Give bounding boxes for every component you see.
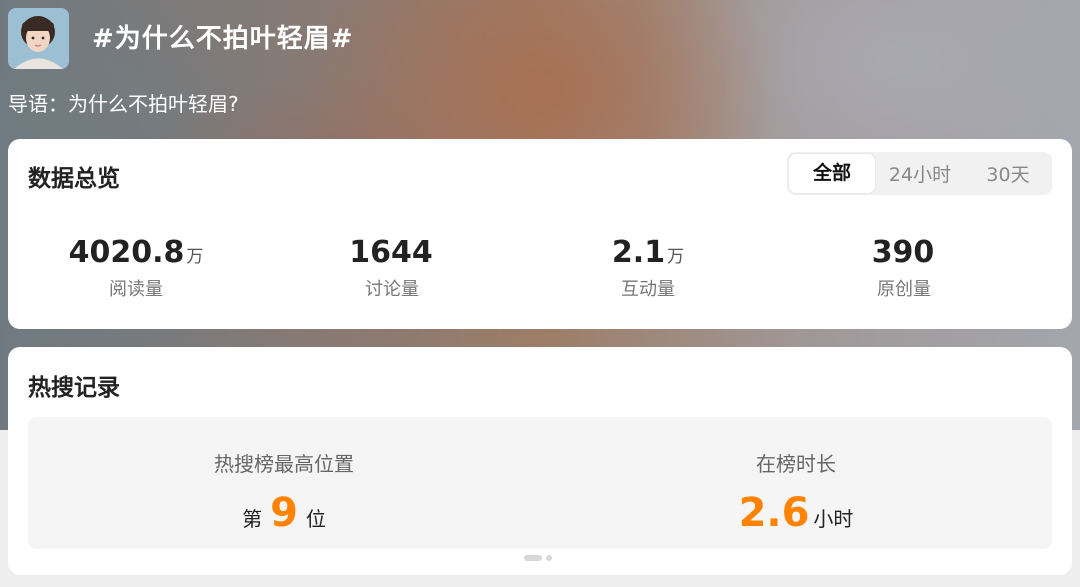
stat-originals-label: 原创量 [877, 279, 931, 300]
hot-rank-number: 9 [270, 490, 298, 536]
hot-rank-prefix: 第 [242, 507, 263, 531]
stat-interactions-number: 2.1 [611, 235, 666, 270]
stat-discussions-number: 1644 [349, 235, 433, 270]
page-indicator-dot[interactable] [546, 555, 552, 561]
hot-duration-number: 2.6 [738, 490, 810, 536]
stat-interactions[interactable]: 2.1 万 互动量 [520, 235, 776, 301]
stat-reads-value: 4020.8 万 [8, 235, 264, 275]
page-indicator [524, 555, 552, 561]
stat-interactions-unit: 万 [667, 247, 685, 267]
stat-reads-unit: 万 [186, 247, 204, 267]
stat-originals[interactable]: 390 原创量 [776, 235, 1032, 301]
overview-stats: 4020.8 万 阅读量 1644 讨论量 2.1 万 互动量 390 原创量 [8, 235, 1072, 301]
hot-rank-column: 热搜榜最高位置 第9位 [28, 417, 540, 549]
hot-rank-label: 热搜榜最高位置 [214, 452, 354, 476]
tab-all[interactable]: 全部 [789, 154, 875, 193]
stat-reads-label: 阅读量 [109, 279, 163, 300]
stat-discussions-label: 讨论量 [365, 279, 419, 300]
avatar-portrait-icon [8, 8, 69, 69]
stat-interactions-value: 2.1 万 [520, 235, 776, 275]
topic-guide-text: 导语：为什么不拍叶轻眉? [8, 92, 239, 116]
stat-interactions-label: 互动量 [621, 279, 675, 300]
hot-rank-value-row: 第9位 [28, 491, 540, 541]
stat-originals-number: 390 [871, 235, 935, 270]
hot-search-record-card: 热搜记录 热搜榜最高位置 第9位 在榜时长 2.6 小时 [8, 347, 1072, 575]
topic-title: #为什么不拍叶轻眉# [92, 24, 354, 54]
data-overview-card: 数据总览 全部 24小时 30天 4020.8 万 阅读量 1644 讨论量 2.… [8, 139, 1072, 329]
hot-rank-suffix: 位 [305, 507, 326, 531]
page-indicator-dot-active[interactable] [524, 555, 542, 561]
stat-reads[interactable]: 4020.8 万 阅读量 [8, 235, 264, 301]
hot-search-stats-panel: 热搜榜最高位置 第9位 在榜时长 2.6 小时 [28, 417, 1052, 549]
topic-avatar[interactable] [8, 8, 69, 69]
hot-duration-unit: 小时 [813, 507, 854, 531]
tab-24-hours[interactable]: 24小时 [875, 160, 965, 187]
tab-30-days[interactable]: 30天 [965, 160, 1051, 187]
hot-duration-value-row: 2.6 小时 [540, 491, 1052, 541]
data-overview-title: 数据总览 [28, 166, 120, 192]
stat-discussions-value: 1644 [264, 235, 520, 275]
stat-originals-value: 390 [776, 235, 1032, 275]
time-range-segmented-control: 全部 24小时 30天 [787, 152, 1052, 195]
stat-discussions[interactable]: 1644 讨论量 [264, 235, 520, 301]
stat-reads-number: 4020.8 [68, 235, 185, 270]
hot-duration-column: 在榜时长 2.6 小时 [540, 417, 1052, 549]
hot-duration-label: 在榜时长 [756, 452, 836, 476]
hot-search-title: 热搜记录 [28, 375, 120, 401]
